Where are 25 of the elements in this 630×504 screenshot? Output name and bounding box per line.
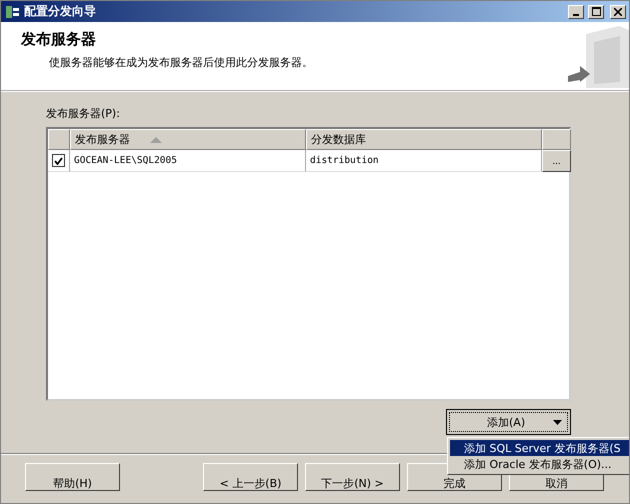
wizard-icon <box>4 4 20 20</box>
page-description: 使服务器能够在成为发布服务器后使用此分发服务器。 <box>48 55 314 70</box>
add-button[interactable]: 添加(A) <box>446 409 571 435</box>
maximize-icon <box>592 7 600 16</box>
column-header[interactable]: 分发数据库 <box>306 129 542 150</box>
sort-up-icon <box>150 136 162 142</box>
close-button[interactable] <box>610 4 626 18</box>
maximize-button[interactable] <box>588 4 604 18</box>
table-cell: distribution <box>306 150 542 172</box>
wizard-button[interactable]: < 上一步(B) <box>203 463 298 491</box>
menu-item[interactable]: 添加 SQL Server 发布服务器(S <box>450 440 629 456</box>
caret-icon <box>553 420 562 424</box>
close-icon <box>614 8 622 16</box>
minimize-button[interactable] <box>568 4 584 18</box>
wizard-button[interactable]: 下一步(N) > <box>305 463 400 491</box>
checkmark-icon <box>54 156 63 164</box>
page-title: 发布服务器 <box>21 30 97 49</box>
wizard-button[interactable]: 帮助(H) <box>25 463 120 491</box>
grid-label: 发布服务器(P): <box>46 106 121 121</box>
column-header[interactable]: 发布服务器 <box>70 129 306 150</box>
minimize-icon <box>573 14 579 16</box>
row-checkbox[interactable] <box>52 154 65 167</box>
table-cell: GOCEAN-LEE\SQL2005 <box>70 150 306 172</box>
window-title: 配置分发向导 <box>24 3 97 20</box>
browse-button[interactable]: ... <box>542 150 571 172</box>
